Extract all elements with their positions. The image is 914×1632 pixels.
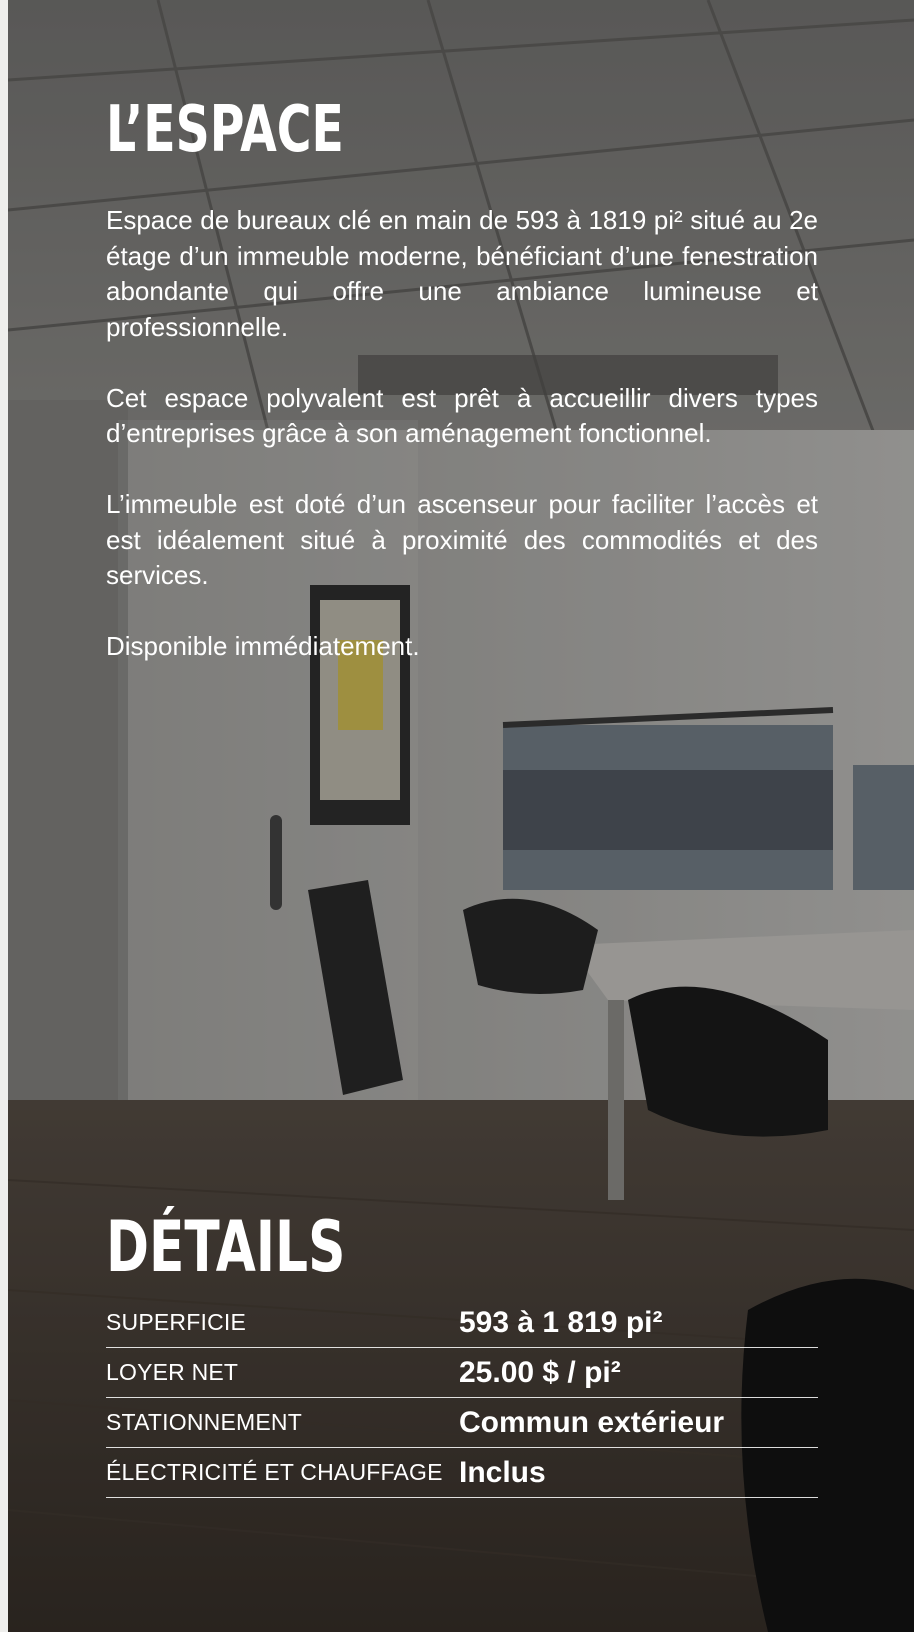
row-value: 25.00 $ / pi² [459, 1355, 621, 1389]
row-value: Commun extérieur [459, 1405, 725, 1439]
details-row-stationnement: STATIONNEMENT Commun extérieur [106, 1398, 818, 1448]
details-table: SUPERFICIE 593 à 1 819 pi² LOYER NET 25.… [106, 1298, 818, 1498]
espace-description: Espace de bureaux clé en main de 593 à 1… [106, 203, 818, 700]
page-edge [0, 0, 8, 1632]
availability-text: Disponible immédiatement. [106, 631, 420, 661]
description-paragraph: Espace de bureaux clé en main de 593 à 1… [106, 205, 818, 342]
page: L’ESPACE Espace de bureaux clé en main d… [0, 0, 914, 1632]
section-title-espace: L’ESPACE [106, 93, 344, 167]
section-title-details: DÉTAILS [106, 1206, 346, 1288]
row-label: SUPERFICIE [106, 1309, 247, 1335]
row-label: STATIONNEMENT [106, 1409, 302, 1435]
row-value: Inclus [459, 1455, 546, 1489]
row-label: LOYER NET [106, 1359, 239, 1385]
details-row-loyer-net: LOYER NET 25.00 $ / pi² [106, 1348, 818, 1398]
details-row-electricite: ÉLECTRICITÉ ET CHAUFFAGE Inclus [106, 1448, 818, 1498]
description-paragraph: Cet espace polyvalent est prêt à accueil… [106, 382, 818, 449]
description-paragraph: L’immeuble est doté d’un ascenseur pour … [106, 489, 818, 590]
row-label: ÉLECTRICITÉ ET CHAUFFAGE [106, 1459, 443, 1485]
details-row-superficie: SUPERFICIE 593 à 1 819 pi² [106, 1298, 818, 1348]
row-value: 593 à 1 819 pi² [459, 1305, 663, 1339]
